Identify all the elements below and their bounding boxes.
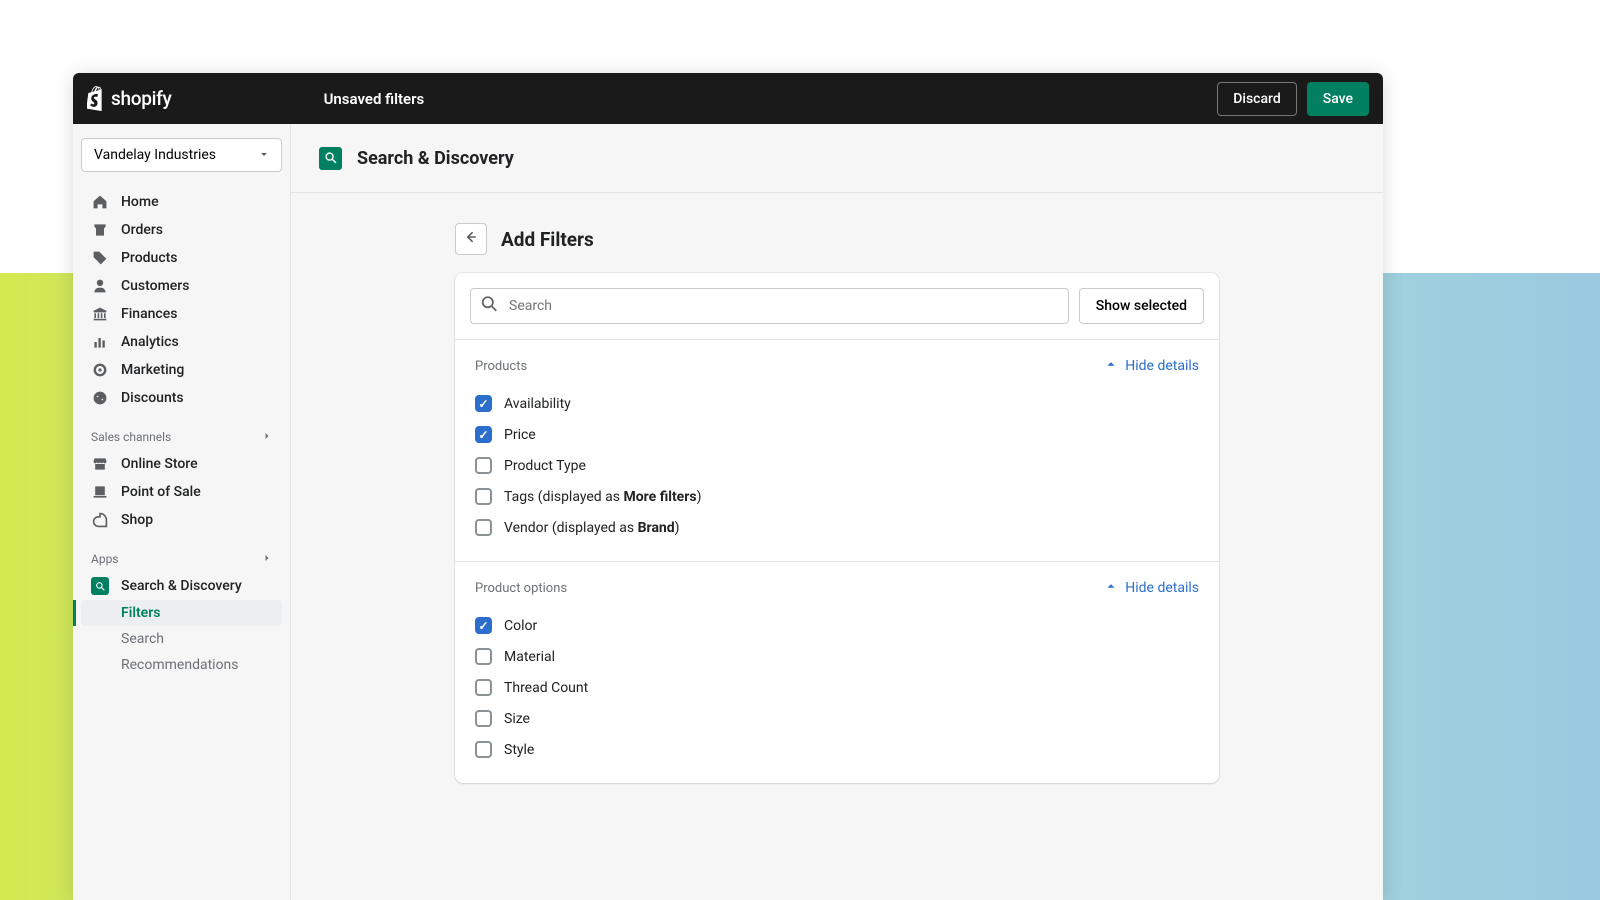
- app-header: Search & Discovery: [291, 124, 1383, 193]
- nav-analytics[interactable]: Analytics: [81, 328, 282, 356]
- chevron-up-icon: [1105, 358, 1117, 374]
- chevron-right-icon: [262, 430, 272, 444]
- person-icon: [91, 277, 109, 295]
- app-icon: [91, 577, 109, 595]
- section-title: Products: [475, 359, 527, 374]
- filter-checkbox[interactable]: [475, 488, 492, 505]
- filter-label: Size: [504, 711, 530, 727]
- search-input[interactable]: [470, 288, 1069, 324]
- nav-finances[interactable]: Finances: [81, 300, 282, 328]
- back-button[interactable]: [455, 223, 487, 255]
- store-icon: [91, 455, 109, 473]
- filter-checkbox[interactable]: [475, 519, 492, 536]
- filter-row: Tags (displayed as More filters): [475, 481, 1199, 512]
- filter-label: Color: [504, 618, 537, 634]
- hide-details-toggle[interactable]: Hide details: [1105, 580, 1199, 596]
- shop-icon: [91, 511, 109, 529]
- chevron-up-icon: [1105, 580, 1117, 596]
- sales-channels-heading[interactable]: Sales channels: [81, 424, 282, 450]
- filters-card: Show selected Products Hide details Availa…: [455, 273, 1219, 783]
- nav-filters[interactable]: Filters: [81, 600, 282, 626]
- filter-checkbox[interactable]: [475, 710, 492, 727]
- filter-checkbox[interactable]: [475, 395, 492, 412]
- filter-label: Tags (displayed as More filters): [504, 489, 701, 505]
- filter-row: Availability: [475, 388, 1199, 419]
- chevron-right-icon: [262, 552, 272, 566]
- brand-text: shopify: [111, 87, 172, 110]
- store-name: Vandelay Industries: [94, 147, 216, 163]
- filter-section: Products Hide details Availability Price Pro…: [455, 340, 1219, 562]
- section-title: Product options: [475, 581, 567, 596]
- nav-recommendations[interactable]: Recommendations: [81, 652, 282, 678]
- hide-details-toggle[interactable]: Hide details: [1105, 358, 1199, 374]
- page-title: Add Filters: [501, 228, 594, 251]
- nav-point-of-sale[interactable]: Point of Sale: [81, 478, 282, 506]
- filter-label: Availability: [504, 396, 571, 412]
- filter-row: Style: [475, 734, 1199, 765]
- filter-label: Style: [504, 742, 534, 758]
- filter-label: Thread Count: [504, 680, 588, 696]
- sidebar: Vandelay Industries Home Orders Products: [73, 124, 291, 900]
- nav-discounts[interactable]: Discounts: [81, 384, 282, 412]
- filter-checkbox[interactable]: [475, 648, 492, 665]
- nav-shop[interactable]: Shop: [81, 506, 282, 534]
- filter-checkbox[interactable]: [475, 741, 492, 758]
- chevron-down-icon: [259, 147, 269, 163]
- filter-label: Vendor (displayed as Brand): [504, 520, 680, 536]
- filter-row: Vendor (displayed as Brand): [475, 512, 1199, 543]
- filter-checkbox[interactable]: [475, 426, 492, 443]
- shopify-logo: shopify: [87, 86, 172, 111]
- nav-home[interactable]: Home: [81, 188, 282, 216]
- bank-icon: [91, 305, 109, 323]
- pos-icon: [91, 483, 109, 501]
- nav-orders[interactable]: Orders: [81, 216, 282, 244]
- nav-products[interactable]: Products: [81, 244, 282, 272]
- unsaved-title: Unsaved filters: [324, 90, 425, 108]
- show-selected-button[interactable]: Show selected: [1079, 288, 1204, 324]
- target-icon: [91, 361, 109, 379]
- tag-icon: [91, 249, 109, 267]
- search-icon: [481, 296, 498, 317]
- nav-online-store[interactable]: Online Store: [81, 450, 282, 478]
- filter-checkbox[interactable]: [475, 679, 492, 696]
- discard-button[interactable]: Discard: [1217, 82, 1296, 116]
- arrow-left-icon: [463, 229, 479, 249]
- nav-customers[interactable]: Customers: [81, 272, 282, 300]
- filter-label: Price: [504, 427, 536, 443]
- save-button[interactable]: Save: [1307, 82, 1369, 116]
- filter-section: Product options Hide details Color Material…: [455, 562, 1219, 783]
- filter-checkbox[interactable]: [475, 617, 492, 634]
- discount-icon: [91, 389, 109, 407]
- filter-row: Price: [475, 419, 1199, 450]
- nav-marketing[interactable]: Marketing: [81, 356, 282, 384]
- analytics-icon: [91, 333, 109, 351]
- nav-search-discovery[interactable]: Search & Discovery: [81, 572, 282, 600]
- filter-checkbox[interactable]: [475, 457, 492, 474]
- filter-label: Material: [504, 649, 555, 665]
- filter-row: Thread Count: [475, 672, 1199, 703]
- filter-row: Color: [475, 610, 1199, 641]
- filter-row: Product Type: [475, 450, 1199, 481]
- filter-row: Size: [475, 703, 1199, 734]
- filter-label: Product Type: [504, 458, 586, 474]
- filter-row: Material: [475, 641, 1199, 672]
- app-icon: [319, 147, 342, 170]
- app-title: Search & Discovery: [357, 148, 514, 169]
- apps-heading[interactable]: Apps: [81, 546, 282, 572]
- orders-icon: [91, 221, 109, 239]
- store-switcher[interactable]: Vandelay Industries: [81, 138, 282, 172]
- home-icon: [91, 193, 109, 211]
- topbar: shopify Unsaved filters Discard Save: [73, 73, 1383, 124]
- nav-search[interactable]: Search: [81, 626, 282, 652]
